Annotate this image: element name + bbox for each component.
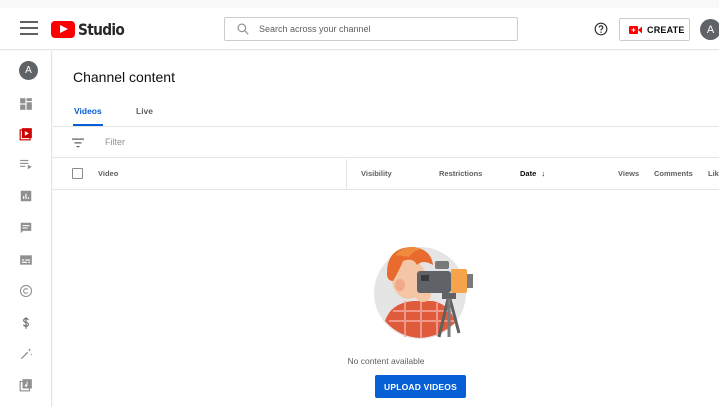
logo-text: Studio — [78, 19, 125, 39]
search-icon — [237, 23, 249, 35]
column-views[interactable]: Views — [618, 169, 639, 178]
select-all-checkbox[interactable] — [72, 168, 83, 179]
tab-live[interactable]: Live — [136, 106, 153, 116]
create-button[interactable]: CREATE — [619, 18, 690, 41]
column-likes[interactable]: Lik — [708, 169, 719, 178]
studio-logo[interactable]: Studio — [51, 19, 132, 39]
subtitles-icon — [20, 255, 32, 265]
channel-avatar[interactable]: A — [19, 61, 38, 80]
magic-wand-icon — [20, 348, 33, 360]
sidebar-item-copyright[interactable] — [0, 276, 52, 306]
filter-bar — [53, 128, 719, 158]
top-header: Studio CREATE A — [0, 8, 719, 50]
column-restrictions[interactable]: Restrictions — [439, 169, 482, 178]
hamburger-menu-icon[interactable] — [20, 21, 38, 37]
copyright-icon — [19, 284, 33, 298]
main-content: Channel content Videos Live Video Visibi… — [53, 51, 719, 407]
top-strip — [0, 0, 719, 8]
video-camera-icon — [629, 25, 642, 34]
content-icon — [19, 128, 32, 141]
filter-input[interactable] — [105, 137, 405, 147]
filter-icon[interactable] — [72, 138, 84, 148]
sidebar-item-comments[interactable] — [0, 213, 52, 243]
comments-icon — [20, 222, 32, 234]
dashboard-icon — [20, 98, 32, 110]
playlists-icon — [20, 159, 32, 170]
cameraman-illustration — [374, 247, 473, 339]
monetization-icon — [23, 317, 29, 329]
column-comments[interactable]: Comments — [654, 169, 693, 178]
sidebar-item-subtitles[interactable] — [0, 245, 52, 275]
column-date-label: Date — [520, 169, 537, 178]
youtube-play-icon — [51, 20, 75, 38]
active-tab-indicator — [73, 124, 103, 126]
account-avatar[interactable]: A — [700, 19, 719, 40]
sidebar-item-dashboard[interactable] — [0, 89, 52, 119]
column-visibility[interactable]: Visibility — [361, 169, 392, 178]
sort-arrow-icon: ↓ — [541, 169, 546, 178]
table-header: Video Visibility Restrictions Date ↓ Vie… — [53, 159, 719, 190]
column-video: Video — [98, 169, 119, 178]
search-input[interactable] — [259, 24, 499, 34]
help-icon[interactable] — [594, 22, 608, 36]
column-date[interactable]: Date ↓ — [520, 169, 545, 178]
column-divider — [346, 159, 347, 190]
sidebar-item-content[interactable] — [0, 119, 52, 149]
upload-videos-button[interactable]: UPLOAD VIDEOS — [375, 375, 466, 398]
sidebar: A — [0, 51, 52, 407]
empty-state-text: No content available — [347, 356, 425, 366]
sidebar-item-analytics[interactable] — [0, 181, 52, 211]
sidebar-item-monetization[interactable] — [0, 308, 52, 338]
page-title: Channel content — [73, 69, 175, 85]
sidebar-item-playlists[interactable] — [0, 149, 52, 179]
create-label: CREATE — [647, 24, 685, 35]
tab-videos[interactable]: Videos — [74, 106, 102, 116]
search-box[interactable] — [224, 17, 518, 41]
audio-library-icon — [19, 379, 32, 392]
sidebar-item-audio-library[interactable] — [0, 370, 52, 400]
tab-bar: Videos Live — [53, 99, 719, 127]
analytics-icon — [20, 190, 32, 202]
sidebar-item-customization[interactable] — [0, 339, 52, 369]
